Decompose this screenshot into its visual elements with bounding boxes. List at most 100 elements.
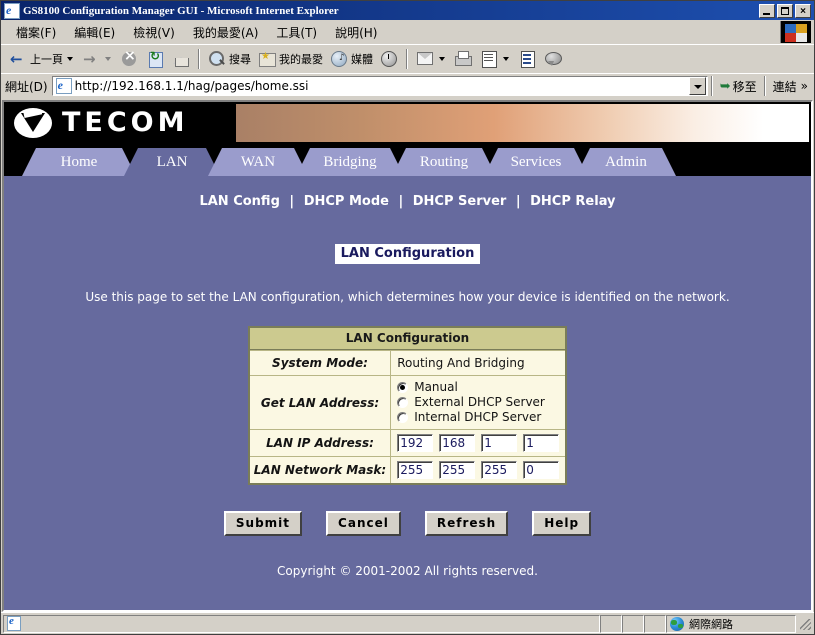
nav-tab-lan[interactable]: LAN	[124, 148, 220, 176]
status-panel-2	[622, 614, 644, 633]
menu-bar: 檔案(F) 編輯(E) 檢視(V) 我的最愛(A) 工具(T) 說明(H)	[1, 20, 814, 44]
copyright-text: Copyright © 2001-2002 All rights reserve…	[277, 564, 538, 578]
history-button[interactable]	[376, 47, 402, 71]
lan-ip-octet-1[interactable]: 192	[397, 434, 434, 452]
sub-navigation: LAN Config | DHCP Mode | DHCP Server | D…	[4, 176, 811, 209]
nav-tab-wan[interactable]: WAN	[208, 148, 308, 176]
table-header: LAN Configuration	[249, 328, 566, 350]
page-icon	[517, 49, 537, 69]
page-description: Use this page to set the LAN configurati…	[85, 290, 730, 304]
security-zone-panel: 網際網路	[666, 614, 796, 633]
radio-internal-dhcp-icon[interactable]	[397, 412, 409, 423]
go-button[interactable]: ➥ 移至	[716, 76, 761, 96]
mail-dropdown-icon[interactable]	[439, 57, 445, 61]
radio-external-dhcp-icon[interactable]	[397, 397, 409, 408]
nav-tab-routing[interactable]: Routing	[392, 148, 496, 176]
config-table-container: LAN Configuration System Mode: Routing A…	[4, 326, 811, 485]
search-icon	[207, 49, 227, 69]
favorites-button[interactable]: 我的最愛	[254, 47, 326, 71]
radio-option-internal-dhcp[interactable]: Internal DHCP Server	[397, 410, 559, 425]
lan-mask-octet-1[interactable]: 255	[397, 461, 434, 479]
menu-favorites[interactable]: 我的最愛(A)	[184, 22, 268, 43]
mail-button[interactable]	[412, 47, 450, 71]
home-button[interactable]	[168, 47, 194, 71]
nav-tab-bridging[interactable]: Bridging	[296, 148, 404, 176]
menu-tools[interactable]: 工具(T)	[267, 22, 326, 43]
system-mode-value: Routing And Bridging	[391, 350, 566, 375]
nav-tab-admin[interactable]: Admin	[576, 148, 676, 176]
links-button[interactable]: 連結 »	[769, 76, 812, 96]
minimize-button[interactable]	[759, 3, 775, 18]
status-message-panel: e	[3, 614, 600, 633]
lan-network-mask-fields: 255 255 255 0	[391, 456, 566, 483]
subnav-lan-config[interactable]: LAN Config	[199, 194, 279, 209]
edit-dropdown-icon[interactable]	[503, 57, 509, 61]
ie-brand-logo-icon	[780, 21, 811, 43]
internet-explorer-icon: e	[4, 2, 20, 19]
menu-help[interactable]: 說明(H)	[326, 22, 386, 43]
subnav-dhcp-server[interactable]: DHCP Server	[413, 194, 507, 209]
print-button[interactable]	[450, 47, 476, 71]
radio-option-external-dhcp[interactable]: External DHCP Server	[397, 395, 559, 410]
stop-button[interactable]	[116, 47, 142, 71]
status-page-icon: e	[7, 615, 21, 631]
browser-toolbar: 上一頁 搜尋 我的最愛 媒體	[1, 44, 814, 73]
history-clock-icon	[379, 49, 399, 69]
back-button[interactable]: 上一頁	[5, 47, 78, 71]
nav-tab-home[interactable]: Home	[22, 148, 136, 176]
edit-button[interactable]	[476, 47, 514, 71]
links-label: 連結	[772, 79, 797, 94]
back-dropdown-icon[interactable]	[67, 57, 73, 61]
lan-ip-octet-2[interactable]: 168	[439, 434, 476, 452]
lan-ip-octet-3[interactable]: 1	[481, 434, 518, 452]
forward-button[interactable]	[78, 47, 116, 71]
back-arrow-icon	[8, 49, 28, 69]
menu-file[interactable]: 檔案(F)	[7, 22, 65, 43]
forward-arrow-icon	[81, 49, 101, 69]
address-label: 網址(D)	[5, 79, 48, 94]
table-row-system-mode: System Mode: Routing And Bridging	[249, 350, 566, 375]
radio-option-manual[interactable]: Manual	[397, 380, 559, 395]
menu-view[interactable]: 檢視(V)	[124, 22, 184, 43]
search-button[interactable]: 搜尋	[204, 47, 254, 71]
subnav-dhcp-mode[interactable]: DHCP Mode	[304, 194, 389, 209]
subnav-dhcp-relay[interactable]: DHCP Relay	[530, 194, 615, 209]
status-bar: e 網際網路	[1, 612, 814, 634]
messenger-button[interactable]	[514, 47, 540, 71]
lan-mask-octet-4[interactable]: 0	[523, 461, 560, 479]
help-button[interactable]: Help	[532, 511, 592, 536]
forward-dropdown-icon[interactable]	[105, 57, 111, 61]
media-icon	[329, 49, 349, 69]
table-row-lan-network-mask: LAN Network Mask: 255 255 255 0	[249, 456, 566, 483]
lan-configuration-table: LAN Configuration System Mode: Routing A…	[247, 326, 568, 485]
address-dropdown-button[interactable]	[688, 77, 706, 95]
cancel-button[interactable]: Cancel	[326, 511, 401, 536]
lan-ip-address-label: LAN IP Address:	[249, 429, 392, 456]
table-row-lan-ip-address: LAN IP Address: 192 168 1 1	[249, 429, 566, 456]
page-viewport: TECOM Home LAN WAN Bridging Routing Serv…	[2, 100, 813, 612]
discuss-button[interactable]	[540, 47, 566, 71]
toolbar-separator	[198, 49, 200, 69]
nav-tab-services[interactable]: Services	[484, 148, 588, 176]
refresh-button[interactable]: Refresh	[424, 511, 509, 536]
close-icon: ×	[800, 5, 806, 17]
lan-network-mask-label: LAN Network Mask:	[249, 456, 392, 483]
lan-mask-octet-3[interactable]: 255	[481, 461, 518, 479]
page-content: LAN Config | DHCP Mode | DHCP Server | D…	[4, 176, 811, 610]
media-button[interactable]: 媒體	[326, 47, 376, 71]
menu-edit[interactable]: 編輯(E)	[65, 22, 124, 43]
address-bar: 網址(D) e http://192.168.1.1/hag/pages/hom…	[1, 73, 814, 100]
title-bar: e GS8100 Configuration Manager GUI - Mic…	[1, 1, 814, 20]
close-button[interactable]: ×	[795, 3, 811, 18]
window-title: GS8100 Configuration Manager GUI - Micro…	[23, 4, 339, 17]
maximize-button[interactable]	[777, 3, 793, 18]
get-lan-address-label: Get LAN Address:	[249, 375, 392, 429]
status-panel-3	[644, 614, 666, 633]
lan-ip-octet-4[interactable]: 1	[523, 434, 560, 452]
address-input[interactable]: e http://192.168.1.1/hag/pages/home.ssi	[51, 76, 708, 96]
refresh-button[interactable]	[142, 47, 168, 71]
radio-manual-icon[interactable]	[397, 382, 409, 393]
lan-mask-octet-2[interactable]: 255	[439, 461, 476, 479]
resize-grip[interactable]	[798, 617, 812, 631]
submit-button[interactable]: Submit	[223, 511, 303, 536]
